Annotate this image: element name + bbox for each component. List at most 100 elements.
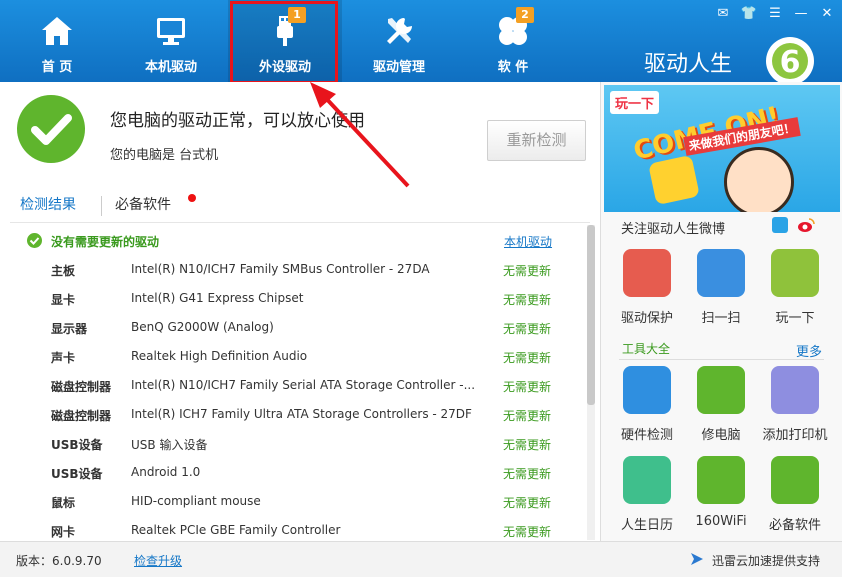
row-category: USB设备 [51, 438, 103, 452]
support-label: 迅雷云加速提供支持 [712, 554, 821, 568]
divider [10, 222, 590, 223]
row-category: 网卡 [51, 525, 76, 539]
qrcode-icon [697, 249, 745, 297]
calendar-icon [623, 456, 671, 504]
table-row[interactable]: USB设备 USB 输入设备 无需更新 [0, 430, 590, 459]
message-icon[interactable]: ✉ [714, 6, 732, 22]
hardware-icon [623, 366, 671, 414]
row-status: 无需更新 [503, 496, 552, 510]
highlight-box [230, 1, 338, 84]
check-icon [17, 95, 85, 163]
nav-label: 首 页 [41, 60, 73, 75]
tab-software[interactable]: 必备软件 [115, 194, 171, 214]
table-row[interactable]: 磁盘控制器 Intel(R) ICH7 Family Ultra ATA Stor… [0, 401, 590, 430]
banner-block-image [648, 154, 700, 206]
menu-icon[interactable]: ☰ [766, 6, 784, 22]
check-upgrade-link[interactable]: 检查升级 [134, 552, 182, 569]
tile-label: 扫一扫 [701, 311, 741, 326]
tile-label: 硬件检测 [620, 428, 673, 443]
list-header-title: 没有需要更新的驱动 [51, 235, 160, 249]
tile-label: 驱动保护 [620, 311, 673, 326]
row-device: Android 1.0 [131, 465, 201, 479]
tile-calendar[interactable]: 人生日历 [612, 456, 682, 533]
promo-banner[interactable]: 玩一下 COME ON! 来做我们的朋友吧！ [604, 85, 840, 212]
more-link[interactable]: 更多 [796, 341, 822, 360]
driver-list: 主板 Intel(R) N10/ICH7 Family SMBus Control… [0, 256, 590, 546]
table-row[interactable]: USB设备 Android 1.0 无需更新 [0, 459, 590, 488]
thunder-icon [691, 553, 703, 565]
tile-add-printer[interactable]: 添加打印机 [760, 366, 830, 443]
row-status: 无需更新 [503, 467, 552, 481]
row-category: 主板 [51, 264, 76, 278]
table-row[interactable]: 声卡 Realtek High Definition Audio 无需更新 [0, 343, 590, 372]
follow-weibo-label: 关注驱动人生微博 [621, 222, 726, 237]
scrollbar[interactable] [587, 225, 595, 540]
row-device: BenQ G2000W (Analog) [131, 320, 274, 334]
row-status: 无需更新 [503, 409, 552, 423]
monitor-icon [157, 18, 185, 45]
tile-label: 160WiFi [695, 514, 747, 529]
nav-label: 软 件 [497, 60, 529, 75]
minimize-icon[interactable]: — [792, 6, 810, 22]
list-header: 没有需要更新的驱动 本机驱动 [0, 230, 600, 252]
row-status: 无需更新 [503, 322, 552, 336]
wifi-icon [697, 456, 745, 504]
row-category: 磁盘控制器 [51, 380, 112, 394]
nav-home[interactable]: 首 页 [0, 0, 114, 82]
sina-weibo-icon[interactable] [797, 217, 815, 233]
scroll-thumb[interactable] [587, 225, 595, 405]
arrow-annotation [310, 82, 410, 188]
tab-divider [101, 196, 102, 216]
banner-character-image [724, 147, 794, 212]
skin-icon[interactable]: 👕 [740, 6, 758, 22]
sidebar: 玩一下 COME ON! 来做我们的朋友吧！ 关注驱动人生微博 驱动保护 扫一扫… [600, 82, 842, 541]
tile-play[interactable]: 玩一下 [760, 249, 830, 326]
recheck-button[interactable]: 重新检测 [487, 120, 586, 161]
nav-badge: 2 [516, 7, 534, 23]
row-device: Intel(R) ICH7 Family Ultra ATA Storage C… [131, 407, 472, 421]
table-row[interactable]: 磁盘控制器 Intel(R) N10/ICH7 Family Serial ATA… [0, 372, 590, 401]
status-subtitle: 您的电脑是 台式机 [110, 148, 219, 163]
notification-dot [188, 194, 196, 202]
version-label: 版本：6.0.9.70 [16, 554, 102, 568]
local-drivers-link[interactable]: 本机驱动 [504, 233, 552, 250]
row-status: 无需更新 [503, 380, 552, 394]
table-row[interactable]: 鼠标 HID-compliant mouse 无需更新 [0, 488, 590, 517]
nav-software[interactable]: 2 软 件 [456, 0, 570, 82]
top-bar: 首 页 本机驱动 1 外设驱动 驱动管理 2 软 件 ✉ 👕 ☰ — ✕ 驱动人… [0, 0, 842, 85]
software-icon [771, 456, 819, 504]
row-device: Intel(R) N10/ICH7 Family Serial ATA Stor… [131, 378, 476, 392]
window-controls: ✉ 👕 ☰ — ✕ [714, 6, 836, 22]
row-status: 无需更新 [503, 525, 552, 539]
close-icon[interactable]: ✕ [818, 6, 836, 22]
table-row[interactable]: 显卡 Intel(R) G41 Express Chipset 无需更新 [0, 285, 590, 314]
row-device: Realtek High Definition Audio [131, 349, 308, 363]
logo-icon: 6 [766, 37, 814, 85]
nav-driver-management[interactable]: 驱动管理 [342, 0, 456, 82]
table-row[interactable]: 主板 Intel(R) N10/ICH7 Family SMBus Control… [0, 256, 590, 285]
tools-header: 工具大全 [622, 342, 671, 356]
row-device: USB 输入设备 [131, 438, 208, 452]
row-category: 显卡 [51, 293, 76, 307]
row-status: 无需更新 [503, 264, 552, 278]
row-device: HID-compliant mouse [131, 494, 261, 508]
row-category: 显示器 [51, 322, 88, 336]
row-device: Realtek PCIe GBE Family Controller [131, 523, 341, 537]
nav-local-drivers[interactable]: 本机驱动 [114, 0, 228, 82]
tile-driver-protect[interactable]: 驱动保护 [612, 249, 682, 326]
stethoscope-icon [697, 366, 745, 414]
tile-scan[interactable]: 扫一扫 [686, 249, 756, 326]
tile-wifi[interactable]: 160WiFi [686, 456, 756, 529]
tencent-weibo-icon[interactable] [772, 217, 788, 233]
tab-results[interactable]: 检测结果 [20, 194, 76, 214]
tile-hardware-check[interactable]: 硬件检测 [612, 366, 682, 443]
brand-name: 驱动人生 [644, 52, 733, 77]
tile-essential-software[interactable]: 必备软件 [760, 456, 830, 533]
table-row[interactable]: 显示器 BenQ G2000W (Analog) 无需更新 [0, 314, 590, 343]
shield-icon [623, 249, 671, 297]
tile-label: 添加打印机 [762, 428, 828, 443]
gamepad-icon [771, 249, 819, 297]
row-category: 磁盘控制器 [51, 409, 112, 423]
tile-repair-pc[interactable]: 修电脑 [686, 366, 756, 443]
banner-tag: 玩一下 [610, 91, 660, 114]
